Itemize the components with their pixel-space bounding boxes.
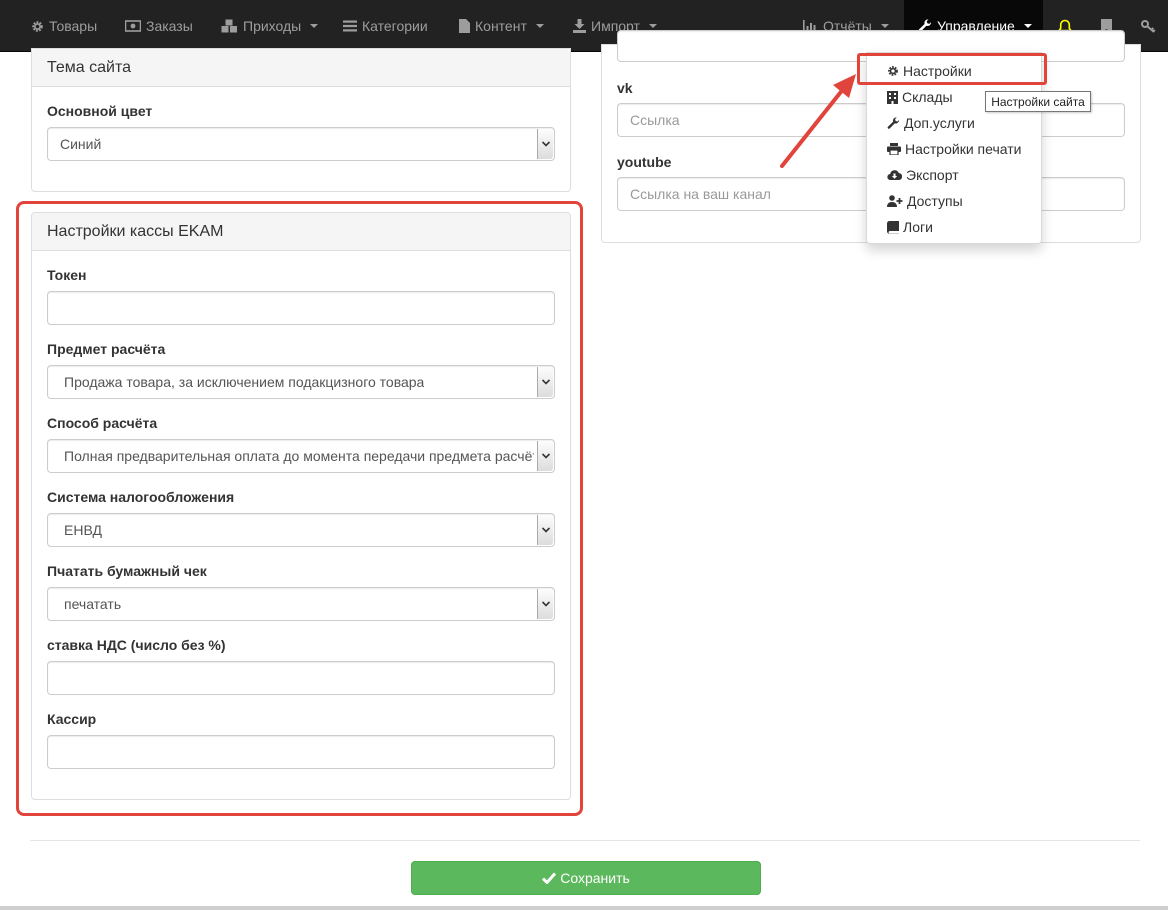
ekam-panel-heading: Настройки кассы EKAM xyxy=(32,213,570,251)
token-input[interactable] xyxy=(47,291,555,325)
download-icon xyxy=(573,19,586,33)
user-plus-icon xyxy=(887,195,903,207)
caret-down-icon xyxy=(310,24,319,28)
print-receipt-select[interactable]: печатать xyxy=(47,587,555,621)
caret-down-icon xyxy=(648,24,657,28)
menu-item-dop-uslugi-label: Доп.услуги xyxy=(904,115,975,131)
caret-down-icon xyxy=(880,24,889,28)
tooltip-site-settings: Настройки сайта xyxy=(985,91,1091,112)
print-receipt-value: печатать xyxy=(64,596,122,612)
caret-down-icon xyxy=(1023,24,1032,28)
list-icon xyxy=(343,20,357,32)
vk-label: vk xyxy=(617,80,633,96)
chevron-down-icon xyxy=(537,589,553,619)
book-icon xyxy=(887,220,899,234)
chevron-down-icon xyxy=(537,129,553,159)
menu-item-dostupy-label: Доступы xyxy=(907,193,963,209)
vat-rate-label: ставка НДС (число без %) xyxy=(47,637,226,653)
key-icon xyxy=(1141,19,1156,33)
menu-item-nastroyki-label: Настройки xyxy=(903,63,972,79)
annotation-arrow-icon xyxy=(780,74,856,168)
ekam-panel-title: Настройки кассы EKAM xyxy=(47,222,224,240)
menu-item-logi[interactable]: Логи xyxy=(887,217,933,237)
youtube-label: youtube xyxy=(617,154,672,170)
menu-item-dostupy[interactable]: Доступы xyxy=(887,191,963,211)
check-icon xyxy=(542,872,557,884)
nav-prihody[interactable]: Приходы xyxy=(221,0,319,52)
menu-item-sklady[interactable]: Склады xyxy=(887,87,953,107)
payment-subject-select[interactable]: Продажа товара, за исключением подакцизн… xyxy=(47,365,555,399)
print-receipt-label: Пчатать бумажный чек xyxy=(47,563,207,579)
gear-icon xyxy=(888,66,898,76)
tax-system-value: ЕНВД xyxy=(64,522,102,538)
theme-panel-title: Тема сайта xyxy=(47,58,131,76)
theme-panel: Тема сайта xyxy=(31,48,571,192)
youtube-placeholder: Ссылка на ваш канал xyxy=(630,186,771,202)
primary-color-label: Основной цвет xyxy=(47,103,153,119)
token-label: Токен xyxy=(47,267,87,283)
nav-kategorii-label: Категории xyxy=(362,18,428,34)
bottom-scroll-strip xyxy=(0,906,1168,910)
payment-method-value: Полная предварительная оплата до момента… xyxy=(64,448,534,464)
vat-rate-input[interactable] xyxy=(47,661,555,695)
money-icon xyxy=(125,20,141,32)
key-button[interactable] xyxy=(1141,0,1156,52)
building-icon xyxy=(887,90,898,104)
chevron-down-icon xyxy=(537,441,553,471)
file-icon xyxy=(459,19,470,33)
nav-zakazy-label: Заказы xyxy=(146,18,193,34)
primary-color-select[interactable]: Синий xyxy=(47,127,555,161)
payment-subject-label: Предмет расчёта xyxy=(47,341,166,357)
nav-kategorii[interactable]: Категории xyxy=(343,0,428,52)
menu-item-eksport[interactable]: Экспорт xyxy=(887,165,959,185)
cloud-download-icon xyxy=(887,170,902,181)
menu-item-eksport-label: Экспорт xyxy=(906,167,959,183)
save-button-label: Сохранить xyxy=(560,870,630,886)
tax-system-label: Система налогообложения xyxy=(47,489,235,505)
chevron-down-icon xyxy=(537,515,553,545)
payment-method-label: Способ расчёта xyxy=(47,415,158,431)
print-icon xyxy=(887,143,901,155)
tax-system-select[interactable]: ЕНВД xyxy=(47,513,555,547)
cashier-label: Кассир xyxy=(47,711,97,727)
gear-icon xyxy=(32,20,43,32)
nav-zakazy[interactable]: Заказы xyxy=(125,0,193,52)
menu-item-nastroyki-pechati[interactable]: Настройки печати xyxy=(887,139,1021,159)
menu-item-nastroyki-pechati-label: Настройки печати xyxy=(905,141,1022,157)
nav-kontent[interactable]: Контент xyxy=(459,0,544,52)
theme-panel-heading: Тема сайта xyxy=(32,49,570,87)
payment-method-select[interactable]: Полная предварительная оплата до момента… xyxy=(47,439,555,473)
menu-item-sklady-label: Склады xyxy=(902,89,953,105)
cashier-input[interactable] xyxy=(47,735,555,769)
form-divider xyxy=(30,840,1140,841)
nav-tovary[interactable]: Товары xyxy=(31,0,97,52)
primary-color-value: Синий xyxy=(60,136,102,152)
nav-kontent-label: Контент xyxy=(475,18,527,34)
upravlenie-dropdown-menu: Настройки Склады Доп.услуги Настройки пе… xyxy=(866,52,1042,244)
menu-item-dop-uslugi[interactable]: Доп.услуги xyxy=(887,113,975,133)
chevron-down-icon xyxy=(537,367,553,397)
menu-item-nastroyki[interactable]: Настройки xyxy=(887,61,972,81)
wrench-icon xyxy=(887,116,900,129)
menu-item-logi-label: Логи xyxy=(903,219,933,235)
save-button[interactable]: Сохранить xyxy=(411,861,761,895)
vk-placeholder: Ссылка xyxy=(630,112,680,128)
nav-prihody-label: Приходы xyxy=(243,18,302,34)
payment-subject-value: Продажа товара, за исключением подакцизн… xyxy=(64,374,425,390)
nav-tovary-label: Товары xyxy=(49,18,98,34)
cubes-icon xyxy=(221,19,237,33)
caret-down-icon xyxy=(535,24,544,28)
